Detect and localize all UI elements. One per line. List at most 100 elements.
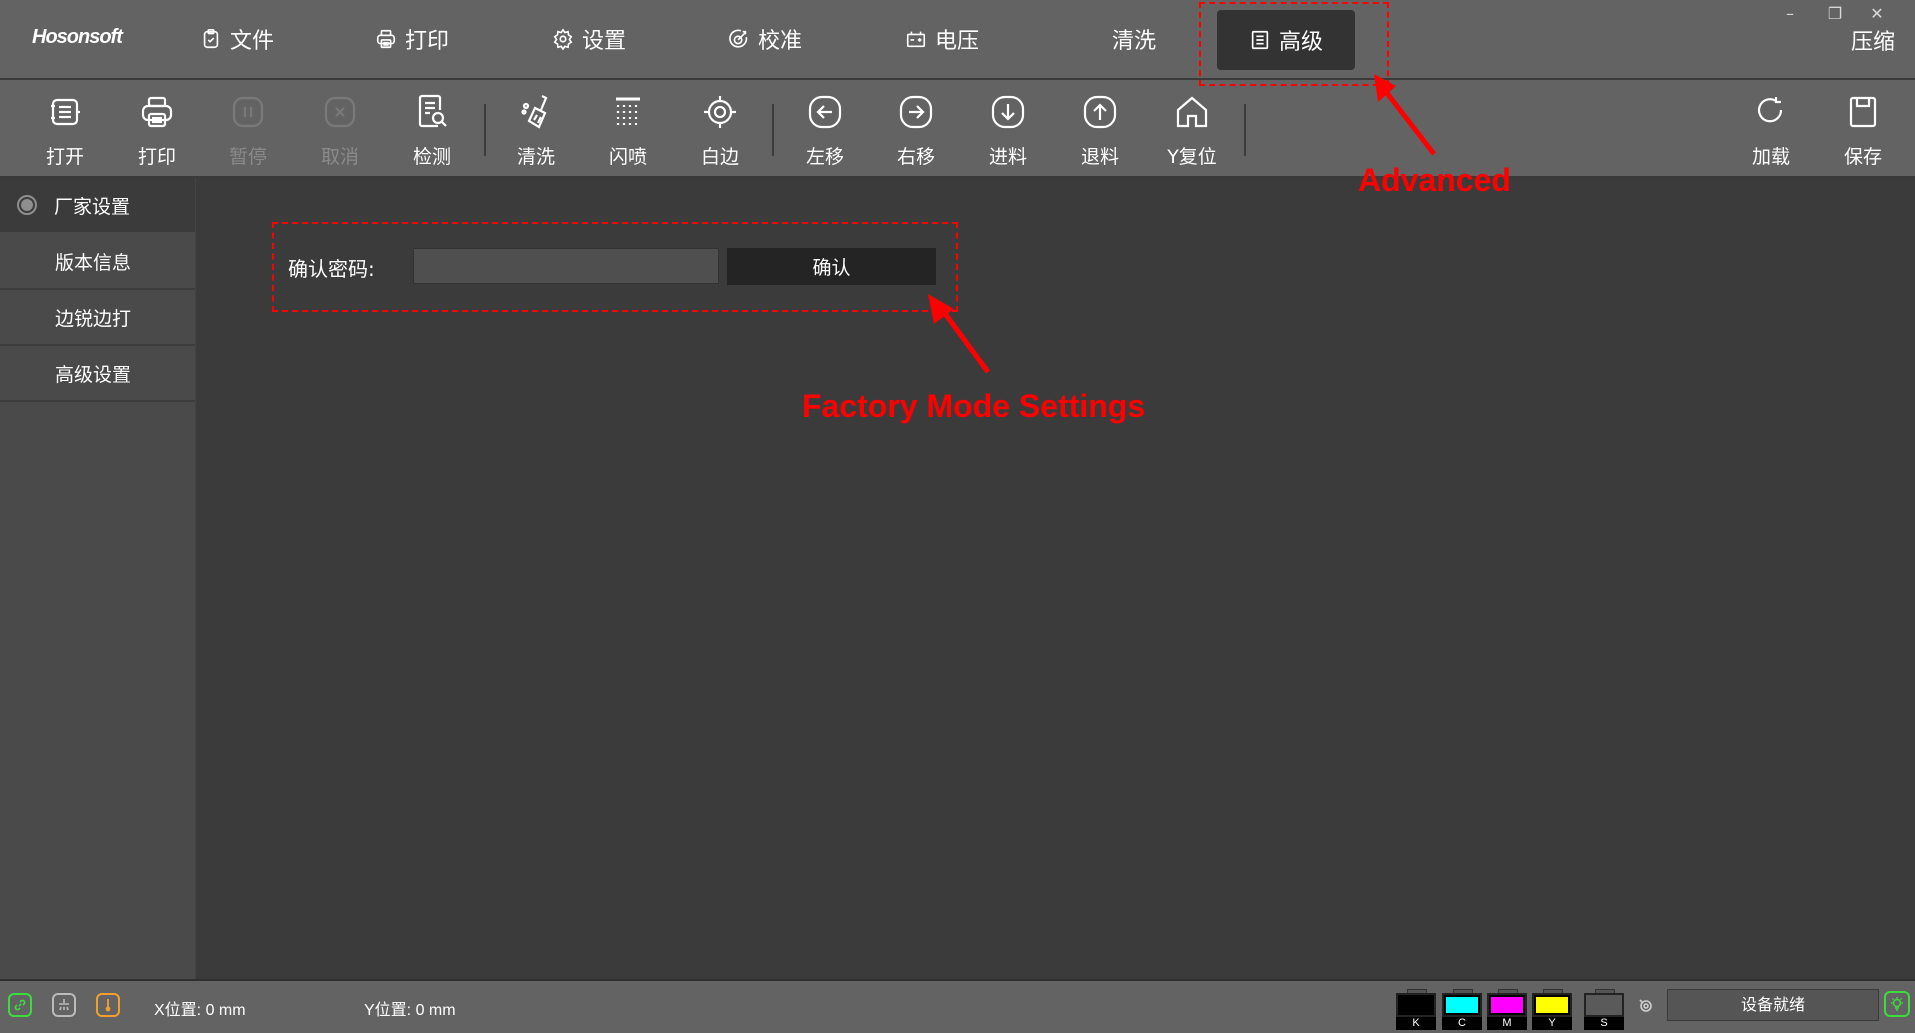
sidebar-item-version-info[interactable]: 版本信息 <box>0 234 195 290</box>
inspect-icon <box>418 94 447 128</box>
sidebar-item-advanced-settings[interactable]: 高级设置 <box>0 346 195 402</box>
pause-icon <box>232 96 264 128</box>
inspect-button[interactable]: 检测 <box>392 80 472 176</box>
retract-button[interactable]: 退料 <box>1060 80 1140 176</box>
compress-button[interactable]: 压缩 <box>1851 24 1895 56</box>
device-status: 设备就绪 <box>1667 989 1879 1021</box>
y-reset-button[interactable]: Y复位 <box>1152 80 1232 176</box>
ink-fill <box>1446 997 1478 1013</box>
annotation-arrow-factory-mode <box>928 294 991 374</box>
tab-label: 文件 <box>229 29 275 54</box>
tool-label: 左移 <box>805 146 844 168</box>
tool-label: 保存 <box>1843 146 1882 168</box>
tool-label: 取消 <box>320 146 359 168</box>
arrow-up-icon <box>1083 95 1117 129</box>
cancel-icon <box>324 96 356 128</box>
clean-button[interactable]: 清洗 <box>496 80 576 176</box>
tab-cleaning[interactable]: 清洗 <box>1112 0 1156 78</box>
save-button[interactable]: 保存 <box>1823 80 1903 176</box>
pause-button[interactable]: 暂停 <box>208 80 288 176</box>
annotation-box-factory-mode <box>272 222 958 312</box>
toolbar-separator <box>1244 104 1246 156</box>
tool-label: 暂停 <box>228 146 267 168</box>
cancel-button[interactable]: 取消 <box>300 80 380 176</box>
sidebar-item-edge-print[interactable]: 边锐边打 <box>0 290 195 346</box>
tab-label: 打印 <box>404 29 450 54</box>
app-logo: Hosonsoft <box>32 26 123 48</box>
tab-bar: Hosonsoft 文件 打印 设置 校准 电压 清洗 高级 – ❐ ✕ 压缩 <box>0 0 1915 80</box>
move-right-button[interactable]: 右移 <box>876 80 956 176</box>
tool-label: 退料 <box>1080 146 1119 168</box>
save-icon <box>1849 96 1877 128</box>
ink-level-s: S <box>1584 989 1624 1030</box>
feed-button[interactable]: 进料 <box>968 80 1048 176</box>
sidebar-header-label: 厂家设置 <box>54 195 131 218</box>
tool-label: 加载 <box>1751 146 1790 168</box>
chip-icon <box>1639 999 1652 1012</box>
sidebar-item-label: 边锐边打 <box>55 307 132 330</box>
sidebar: 厂家设置 版本信息 边锐边打 高级设置 <box>0 178 196 979</box>
home-icon <box>1176 96 1208 128</box>
sidebar-item-label: 高级设置 <box>55 363 132 386</box>
indicator-light[interactable] <box>1884 991 1910 1017</box>
ink-label: S <box>1584 1017 1624 1030</box>
close-button[interactable]: ✕ <box>1862 4 1892 23</box>
tab-file[interactable]: 文件 <box>200 0 274 78</box>
ink-label: C <box>1442 1017 1482 1030</box>
print-button[interactable]: 打印 <box>117 80 197 176</box>
open-button[interactable]: 打开 <box>25 80 105 176</box>
tab-calibration[interactable]: 校准 <box>728 0 802 78</box>
toolbar: 打开 打印 暂停 取消 检测 清洗 闪喷 白边 左移 右移 进料 退料 Y复位 … <box>0 80 1915 178</box>
y-position-readout: Y位置: 0 mm <box>364 1002 456 1019</box>
tool-label: 打开 <box>45 146 84 168</box>
brush-icon <box>521 95 548 129</box>
ink-label: M <box>1487 1017 1527 1030</box>
arrow-down-icon <box>991 95 1025 129</box>
tab-settings[interactable]: 设置 <box>552 0 626 78</box>
nozzle-icon <box>59 999 69 1011</box>
ink-fill <box>1400 997 1432 1013</box>
crosshair-icon <box>704 96 736 128</box>
temperature-status <box>96 993 120 1017</box>
restore-button[interactable]: ❐ <box>1820 4 1850 23</box>
annotation-label-factory-mode: Factory Mode Settings <box>802 388 1146 424</box>
ink-fill <box>1536 997 1568 1013</box>
arrow-right-icon <box>899 95 933 129</box>
open-icon <box>51 98 80 126</box>
battery-icon <box>906 31 926 48</box>
tool-label: 白边 <box>700 146 739 168</box>
ink-level-m: M <box>1487 989 1527 1030</box>
move-left-button[interactable]: 左移 <box>785 80 865 176</box>
sidebar-item-label: 版本信息 <box>55 251 132 274</box>
tab-label: 电压 <box>934 29 980 54</box>
toolbar-separator <box>772 104 774 156</box>
minimize-button[interactable]: – <box>1775 4 1805 23</box>
annotation-label-advanced: Advanced <box>1358 162 1511 198</box>
tab-label: 设置 <box>581 29 627 54</box>
arrow-left-icon <box>808 95 842 129</box>
flash-spray-button[interactable]: 闪喷 <box>588 80 668 176</box>
ink-fill <box>1491 997 1523 1013</box>
lightbulb-icon <box>1891 997 1903 1011</box>
printer-icon <box>141 96 173 128</box>
target-icon <box>729 29 748 48</box>
load-button[interactable]: 加载 <box>1731 80 1811 176</box>
clipboard-check-icon <box>203 29 219 49</box>
link-icon <box>14 999 26 1011</box>
tool-label: Y复位 <box>1167 146 1217 168</box>
thermometer-icon <box>105 999 111 1012</box>
ink-label: Y <box>1532 1017 1572 1030</box>
annotation-arrow-advanced <box>1374 74 1436 156</box>
tab-voltage[interactable]: 电压 <box>905 0 979 78</box>
tool-label: 清洗 <box>516 146 555 168</box>
x-position-readout: X位置: 0 mm <box>154 1002 246 1019</box>
gear-icon <box>553 28 573 50</box>
toolbar-separator <box>484 104 486 156</box>
connection-status <box>8 993 32 1017</box>
sidebar-header-factory-settings[interactable]: 厂家设置 <box>0 178 195 232</box>
tab-label: 校准 <box>757 29 803 54</box>
white-edge-button[interactable]: 白边 <box>680 80 760 176</box>
tab-print[interactable]: 打印 <box>375 0 449 78</box>
radio-icon <box>17 195 37 215</box>
ink-level-k: K <box>1396 989 1436 1030</box>
